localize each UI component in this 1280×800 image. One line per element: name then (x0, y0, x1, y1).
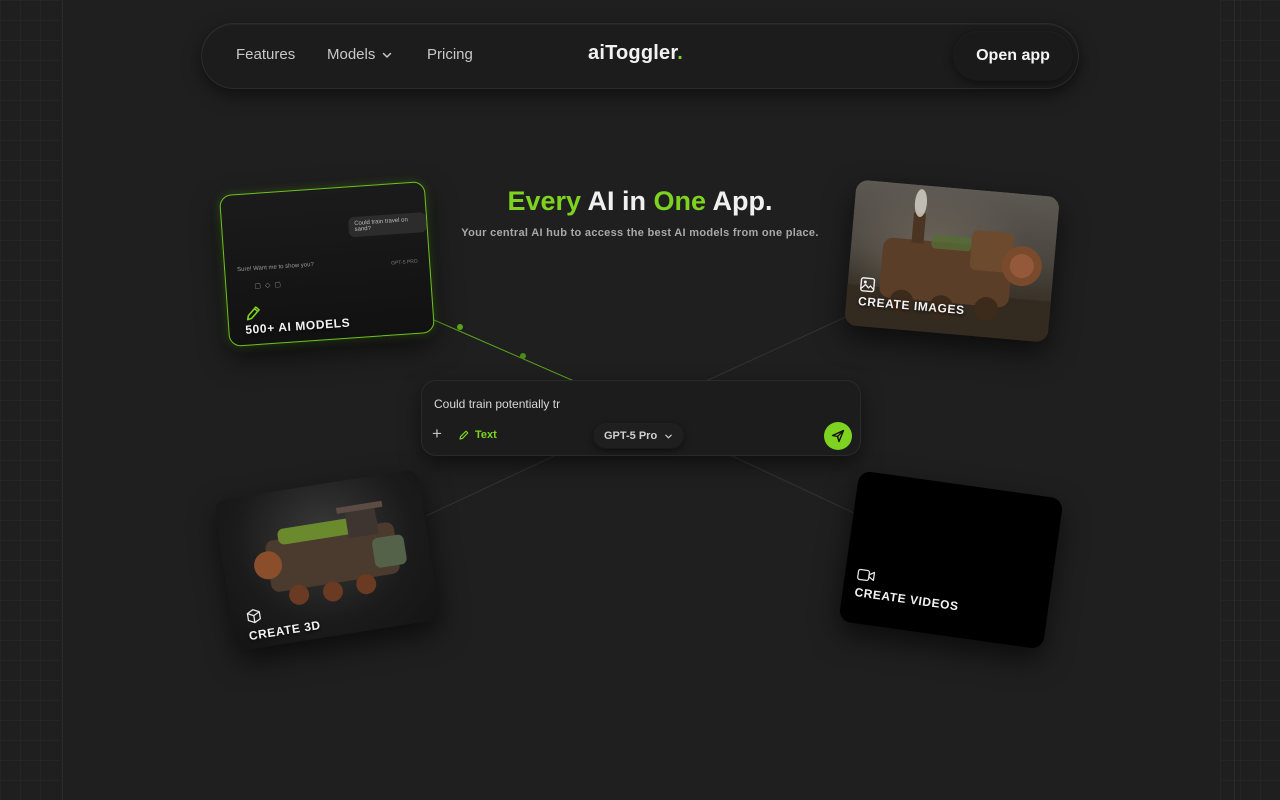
connector-dot (520, 353, 526, 359)
chat-composer: Could train potentially tr + Text GPT-5 … (422, 381, 860, 455)
pencil-icon (246, 306, 260, 321)
preview-actions: ▢◇▢ (254, 280, 286, 291)
chevron-down-icon (665, 434, 672, 439)
image-icon (860, 277, 876, 293)
mode-selector[interactable]: Text (458, 429, 497, 441)
add-attachment-button[interactable]: + (432, 425, 442, 442)
preview-reply: Sure! Want me to show you? (237, 261, 315, 274)
connector-models (433, 319, 575, 382)
preview-model-tag: GPT-5 PRO (390, 258, 418, 267)
connector-videos (729, 454, 857, 515)
chat-input[interactable]: Could train potentially tr (434, 397, 560, 411)
train-illustration (844, 189, 1051, 343)
video-camera-icon (857, 568, 876, 582)
images-card[interactable]: CREATE IMAGES (844, 179, 1060, 343)
threed-card[interactable]: CREATE 3D (213, 468, 441, 652)
connector-3d (425, 454, 557, 517)
send-button[interactable] (824, 422, 852, 450)
send-icon (831, 429, 845, 443)
models-card[interactable]: Could train travel on sand? Sure! Want m… (218, 181, 436, 347)
model-selector[interactable]: GPT-5 Pro (594, 424, 684, 448)
videos-card-label: CREATE VIDEOS (853, 584, 960, 614)
preview-user-message: Could train travel on sand? (347, 211, 428, 238)
connector-images (705, 315, 849, 382)
pencil-icon (459, 430, 469, 440)
cube-icon (246, 609, 262, 624)
videos-card[interactable]: CREATE VIDEOS (838, 470, 1064, 650)
connector-dot (457, 324, 463, 330)
